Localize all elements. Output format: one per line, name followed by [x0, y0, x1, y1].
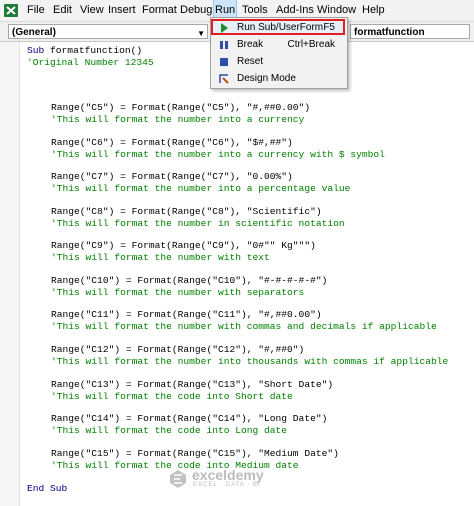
menu-help[interactable]: Help [361, 0, 386, 21]
object-dropdown-value: (General) [12, 27, 56, 38]
comment-line-c8: 'This will format the number in scientif… [51, 218, 345, 229]
comment-line-c10: 'This will format the number with separa… [51, 287, 305, 298]
run-sub-label: Run Sub/UserForm [237, 22, 324, 33]
menu-item-design-mode[interactable]: Design Mode [211, 70, 345, 87]
exceldemy-watermark: exceldemy EXCEL · DATA · BI [168, 467, 298, 490]
code-line-c10: Range("C10") = Format(Range("C10"), "#-#… [51, 275, 328, 286]
run-menu: Run Sub/UserForm F5 Break Ctrl+Break Res… [210, 17, 348, 89]
original-number-comment: 'Original Number 12345 [27, 57, 154, 68]
object-dropdown[interactable]: (General) ▼ [8, 24, 208, 39]
pause-icon [220, 41, 228, 49]
menu-debug[interactable]: Debug [179, 0, 213, 21]
code-line-c5: Range("C5") = Format(Range("C5"), "#,##0… [51, 102, 311, 113]
code-line-c8: Range("C8") = Format(Range("C8"), "Scien… [51, 206, 322, 217]
comment-line-c12: 'This will format the number into thousa… [51, 356, 449, 367]
comment-line-c14: 'This will format the code into Long dat… [51, 425, 288, 436]
reset-label: Reset [237, 56, 264, 67]
vba-app-icon[interactable] [3, 3, 19, 18]
chevron-down-icon: ▼ [197, 29, 205, 38]
sub-declaration: Sub formatfunction() [27, 45, 142, 57]
comment-line-c5: 'This will format the number into a curr… [51, 114, 305, 125]
code-editor[interactable]: Sub formatfunction() 'Original Number 12… [0, 42, 474, 506]
exceldemy-logo-icon [170, 470, 186, 488]
menu-insert[interactable]: Insert [107, 0, 137, 21]
menu-item-break[interactable]: Break Ctrl+Break [211, 36, 345, 53]
design-mode-icon [219, 74, 229, 84]
comment-line-c11: 'This will format the number with commas… [51, 321, 437, 332]
menu-item-run-sub[interactable]: Run Sub/UserForm F5 [211, 19, 345, 36]
menu-format[interactable]: Format [141, 0, 178, 21]
code-line-c6: Range("C6") = Format(Range("C6"), "$#,##… [51, 137, 293, 148]
menu-view[interactable]: View [79, 0, 105, 21]
watermark-tagline: EXCEL · DATA · BI [193, 482, 261, 488]
end-sub-line: End Sub [27, 483, 68, 494]
code-line-c7: Range("C7") = Format(Range("C7"), "0.00%… [51, 171, 293, 182]
menu-file[interactable]: File [26, 0, 46, 21]
break-shortcut: Ctrl+Break [287, 39, 335, 50]
menu-edit[interactable]: Edit [52, 0, 73, 21]
procedure-dropdown-value: formatfunction [354, 27, 425, 38]
sub-name: formatfunction() [44, 45, 143, 56]
watermark-name: exceldemy [192, 467, 264, 483]
code-line-c13: Range("C13") = Format(Range("C13"), "Sho… [51, 379, 334, 390]
sub-keyword: Sub [27, 45, 45, 56]
run-sub-shortcut: F5 [323, 22, 335, 33]
comment-line-c7: 'This will format the number into a perc… [51, 183, 351, 194]
break-label: Break [237, 39, 264, 50]
menu-item-reset[interactable]: Reset [211, 53, 345, 70]
comment-line-c13: 'This will format the code into Short da… [51, 391, 293, 402]
play-icon [221, 23, 228, 33]
code-line-c12: Range("C12") = Format(Range("C12"), "#,#… [51, 344, 305, 355]
procedure-dropdown[interactable]: formatfunction [350, 24, 470, 39]
code-line-c11: Range("C11") = Format(Range("C11"), "#,#… [51, 309, 322, 320]
code-line-c14: Range("C14") = Format(Range("C14"), "Lon… [51, 413, 328, 424]
stop-icon [220, 58, 228, 66]
design-mode-label: Design Mode [237, 73, 296, 84]
code-line-c15: Range("C15") = Format(Range("C15"), "Med… [51, 448, 339, 459]
code-gutter [0, 42, 20, 506]
comment-line-c6: 'This will format the number into a curr… [51, 149, 385, 160]
comment-line-c9: 'This will format the number with text [51, 252, 270, 263]
code-line-c9: Range("C9") = Format(Range("C9"), "0#"" … [51, 240, 316, 251]
